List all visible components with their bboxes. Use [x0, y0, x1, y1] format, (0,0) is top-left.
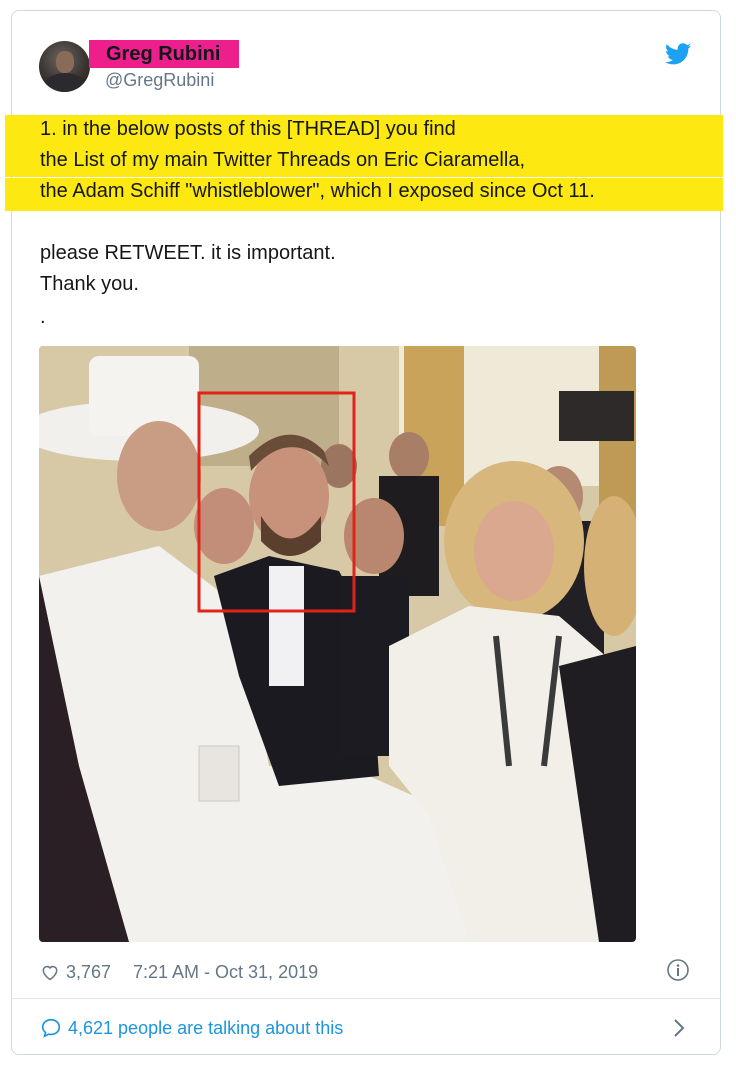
author-name[interactable]: Greg Rubini: [106, 41, 220, 67]
photo-illustration: [39, 346, 636, 942]
like-button[interactable]: 3,767: [40, 960, 111, 984]
avatar-face: [56, 51, 74, 73]
talking-count: 4,621 people are talking about this: [68, 1017, 344, 1038]
tweet-text-line: the Adam Schiff "whistleblower", which I…: [40, 180, 595, 202]
conversation-link[interactable]: 4,621 people are talking about this: [40, 1015, 343, 1041]
tweet-text-line: the List of my main Twitter Threads on E…: [40, 149, 525, 171]
author-handle[interactable]: @GregRubini: [105, 69, 214, 91]
heart-icon: [42, 965, 58, 981]
avatar-shoulders: [44, 73, 86, 92]
tweet-photo[interactable]: [39, 346, 636, 942]
avatar[interactable]: [39, 41, 90, 92]
chevron-right-icon[interactable]: [671, 1017, 687, 1039]
tweet-text-line: 1. in the below posts of this [THREAD] y…: [40, 118, 456, 140]
info-icon[interactable]: [666, 958, 690, 982]
speech-bubble-icon: [41, 1018, 61, 1038]
twitter-bird-icon[interactable]: [665, 43, 691, 65]
like-count: 3,767: [66, 961, 112, 982]
tweet-text-line: please RETWEET. it is important.: [40, 242, 336, 264]
tweet-text-line: .: [40, 306, 46, 328]
tweet-text-line: Thank you.: [40, 273, 139, 295]
divider: [11, 998, 721, 999]
tweet-timestamp[interactable]: 7:21 AM - Oct 31, 2019: [133, 960, 318, 984]
